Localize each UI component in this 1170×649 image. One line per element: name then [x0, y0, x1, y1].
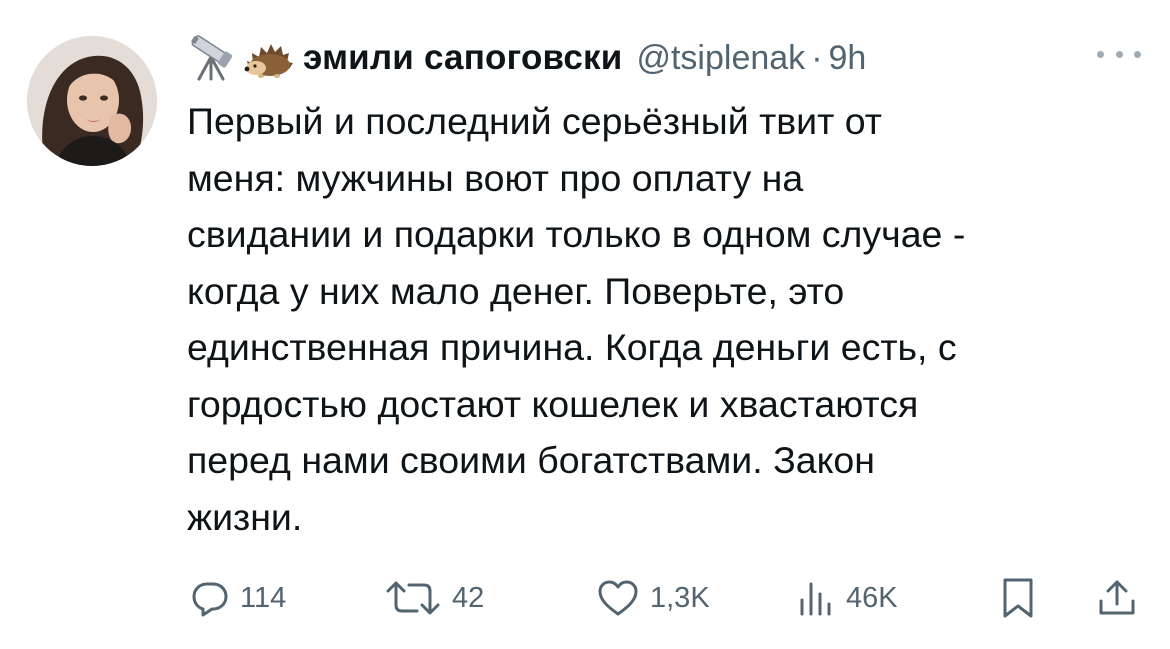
more-dot: [1134, 50, 1141, 58]
hedgehog-emoji: [243, 35, 295, 81]
like-button[interactable]: 1,3K: [596, 574, 710, 622]
tweet-text-line: единственная причина. Когда деньги есть,…: [187, 326, 957, 368]
more-icon[interactable]: [1097, 36, 1141, 72]
bookmark-icon: [998, 576, 1038, 620]
views-icon: [796, 578, 836, 618]
tweet-text: Первый и последний серьёзный твит от мен…: [187, 93, 1147, 545]
retweet-icon: [384, 578, 442, 618]
bookmark-button[interactable]: [998, 574, 1038, 622]
timestamp[interactable]: 9h: [829, 39, 867, 78]
reply-icon: [190, 578, 230, 618]
separator-dot: ·: [811, 38, 823, 77]
share-icon: [1096, 577, 1138, 619]
like-count: 1,3K: [650, 581, 710, 614]
display-name[interactable]: эмили сапоговски: [303, 38, 622, 78]
reply-count: 114: [240, 581, 287, 614]
views-count: 46K: [846, 581, 898, 614]
tweet-text-line: когда у них мало денег. Поверьте, это: [187, 269, 845, 312]
tweet-text-line: гордостью достают кошелек и хвастаются: [187, 382, 919, 425]
tweet-text-line: Первый и последний серьёзный твит от: [187, 100, 882, 142]
avatar-image: [27, 36, 157, 166]
tweet-text-line: меня: мужчины воют про оплату на: [187, 156, 804, 199]
user-handle[interactable]: @tsiplenak: [636, 39, 805, 78]
tweet-header: эмили сапоговски @tsiplenak · 9h: [187, 32, 1147, 84]
telescope-emoji: [187, 35, 239, 81]
tweet[interactable]: эмили сапоговски @tsiplenak · 9h Первый …: [0, 0, 1170, 649]
more-dot: [1097, 50, 1104, 58]
reply-button[interactable]: 114: [190, 574, 286, 622]
retweet-count: 42: [452, 581, 485, 614]
views-button[interactable]: 46K: [796, 574, 898, 622]
tweet-text-line: свидании и подарки только в одном случае…: [187, 213, 966, 255]
heart-icon: [596, 578, 640, 618]
action-bar: 114 42 1,3K 46K: [0, 574, 1170, 624]
avatar[interactable]: [27, 36, 157, 166]
more-dot: [1115, 50, 1123, 58]
retweet-button[interactable]: 42: [384, 574, 484, 622]
tweet-text-line: перед нами своими богатствами. Закон: [187, 439, 875, 481]
tweet-text-line: жизни.: [187, 495, 303, 538]
share-button[interactable]: [1096, 574, 1138, 622]
